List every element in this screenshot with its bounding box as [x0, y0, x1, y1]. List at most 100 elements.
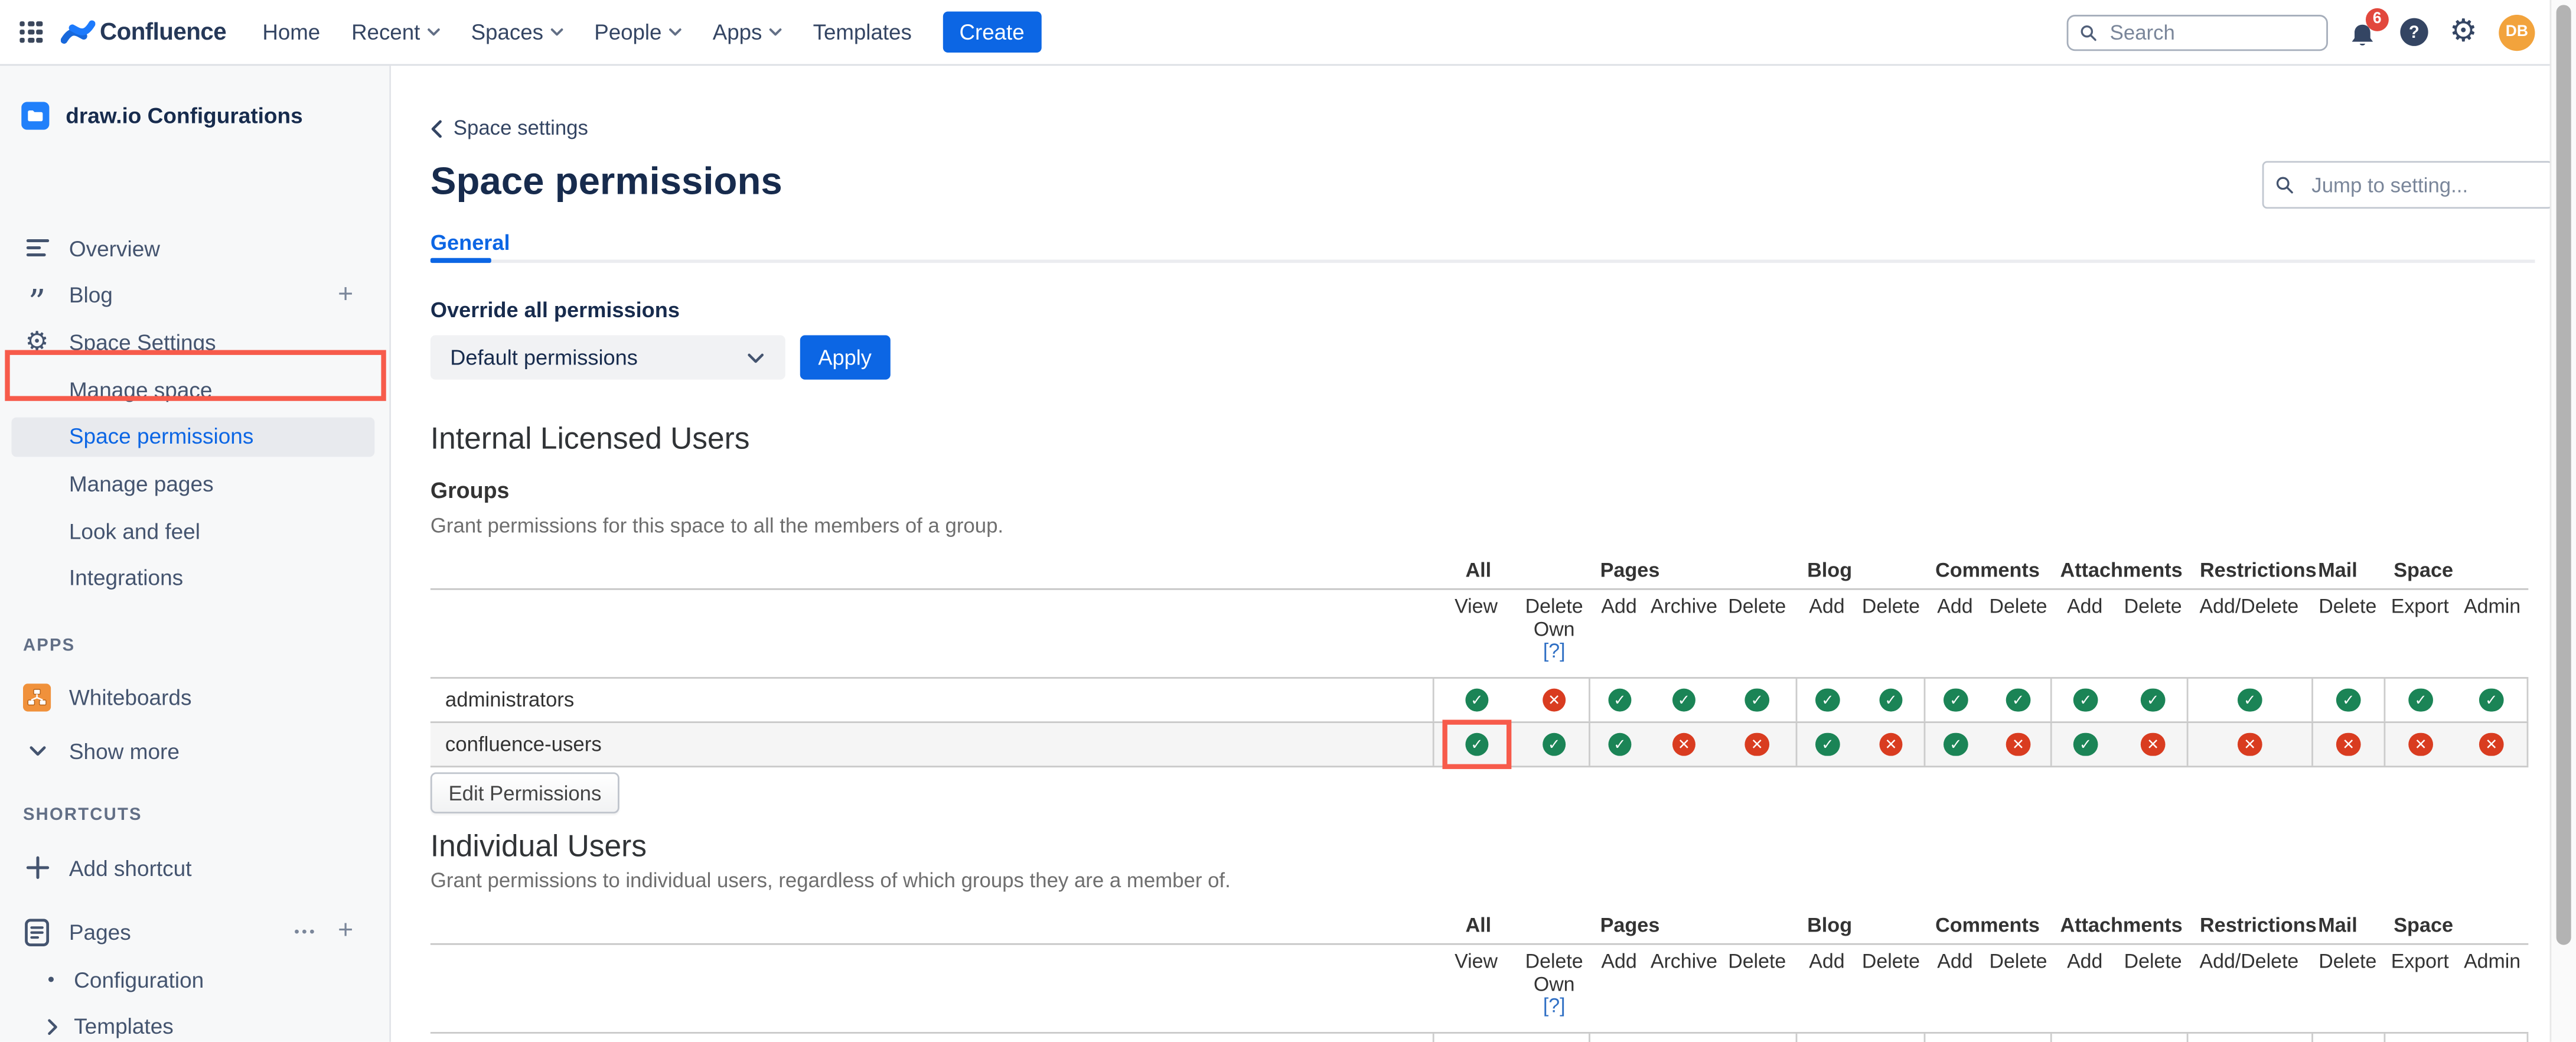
nav-item-spaces[interactable]: Spaces	[471, 19, 563, 44]
column-header-add: Add	[1601, 595, 1637, 618]
check-icon: ✓	[2408, 688, 2433, 712]
notification-badge: 6	[2365, 7, 2389, 31]
permission-cell-empty	[1923, 1033, 1987, 1042]
permissions-select[interactable]: Default permissions	[430, 335, 785, 380]
pages-icon	[23, 918, 51, 946]
create-button[interactable]: Create	[943, 11, 1041, 53]
table-row: administrators ✓ ✕ ✓ ✓ ✓ ✓ ✓ ✓ ✓ ✓ ✓ ✓ ✓ ✓ ✓	[430, 677, 2529, 722]
column-header-add: Add	[1937, 595, 1973, 618]
app-switcher-icon[interactable]	[19, 21, 43, 44]
scrollbar-thumb[interactable]	[2555, 5, 2571, 945]
settings-gear-icon[interactable]: ⚙	[2450, 15, 2477, 48]
space-header[interactable]: draw.io Configurations	[21, 102, 303, 130]
sidebar-item-label: Overview	[69, 236, 161, 260]
sidebar-item-manage-space[interactable]: Manage space	[0, 367, 389, 413]
permission-cell-granted: ✓	[1432, 678, 1519, 722]
permission-cell-empty	[1795, 1033, 1858, 1042]
help-link[interactable]: [?]	[1519, 640, 1589, 663]
sidebar-item-manage-pages[interactable]: Manage pages	[0, 461, 389, 507]
column-header-add-delete: Add/Delete	[2199, 949, 2299, 973]
nav-item-people[interactable]: People	[594, 19, 682, 44]
sidebar-item-space-settings[interactable]: ⚙ Space Settings	[0, 320, 389, 366]
chevron-right-icon[interactable]	[48, 1018, 58, 1035]
nav-item-apps[interactable]: Apps	[713, 19, 782, 44]
vertical-scrollbar[interactable]	[2549, 0, 2576, 1042]
add-shortcut-button[interactable]: Add shortcut	[0, 845, 389, 891]
permission-cell-granted: ✓	[1719, 679, 1796, 721]
chevron-left-icon	[431, 119, 442, 137]
pages-label: Pages	[69, 919, 131, 945]
page: Confluence Home Recent Spaces People Apps Tem…	[0, 0, 2576, 1042]
check-icon: ✓	[1815, 732, 1840, 757]
check-icon: ✓	[2479, 688, 2503, 712]
permission-cell-denied: ✕	[2383, 723, 2456, 766]
sidebar-item-blog[interactable]: ” Blog +	[0, 272, 389, 319]
user-avatar[interactable]: DB	[2499, 14, 2535, 50]
shortcuts-section-label: SHORTCUTS	[22, 805, 142, 825]
apply-button[interactable]: Apply	[800, 335, 890, 380]
topnav-menu: Home Recent Spaces People Apps Templates	[262, 19, 912, 44]
confluence-logo[interactable]: Confluence	[60, 17, 227, 48]
add-shortcut-label: Add shortcut	[69, 855, 192, 880]
table-row-partial	[430, 1032, 2529, 1042]
check-icon: ✓	[1815, 688, 1840, 712]
column-header-export: Export	[2391, 595, 2449, 618]
notifications-button[interactable]: 6	[2349, 7, 2389, 50]
column-group-space: Space	[2394, 913, 2454, 937]
jump-to-setting-search[interactable]	[2262, 161, 2554, 209]
cross-icon: ✕	[2408, 732, 2433, 757]
column-group-comments: Comments	[1935, 913, 2040, 937]
column-group-all: All	[1465, 558, 1492, 582]
column-group-all: All	[1465, 913, 1492, 937]
edit-permissions-button[interactable]: Edit Permissions	[430, 772, 620, 814]
sidebar-item-pages[interactable]: Pages ••• +	[0, 909, 389, 955]
nav-item-templates[interactable]: Templates	[813, 19, 912, 44]
help-button[interactable]: ?	[2400, 18, 2428, 46]
check-icon: ✓	[1465, 732, 1489, 757]
column-header-admin: Admin	[2464, 949, 2521, 973]
permission-cell-empty	[1519, 1034, 1589, 1042]
column-header-delete: Delete	[1989, 595, 2047, 618]
check-icon: ✓	[1465, 688, 1489, 712]
column-group-restrictions: Restrictions	[2199, 558, 2317, 582]
nav-item-home[interactable]: Home	[262, 19, 320, 44]
nav-item-recent[interactable]: Recent	[351, 19, 440, 44]
help-link[interactable]: [?]	[1519, 995, 1589, 1018]
global-search[interactable]	[2066, 14, 2328, 50]
search-input[interactable]	[2107, 18, 2315, 45]
space-icon	[21, 102, 50, 130]
column-group-restrictions: Restrictions	[2199, 913, 2317, 937]
permission-cell-empty	[2050, 1033, 2120, 1042]
column-header-delete: Delete	[2124, 949, 2182, 973]
check-icon: ✓	[1879, 688, 1903, 712]
page-tree-item-templates[interactable]: Templates	[0, 1004, 389, 1042]
jump-to-setting-input[interactable]	[2308, 171, 2540, 198]
sidebar-item-whiteboards[interactable]: Whiteboards	[0, 674, 389, 720]
individual-permissions-table: All Pages Blog Comments Attachments Restricti…	[430, 904, 2529, 1042]
tab-general[interactable]: General	[431, 230, 510, 255]
sidebar-item-look-and-feel[interactable]: Look and feel	[0, 508, 389, 554]
check-icon: ✓	[2073, 732, 2098, 757]
permission-cell-granted: ✓	[1519, 723, 1589, 766]
permission-cell-granted: ✓	[1649, 679, 1719, 721]
sidebar-item-label: Manage pages	[69, 471, 214, 497]
group-name: confluence-users	[445, 732, 602, 756]
permission-cell-granted: ✓	[2311, 678, 2383, 722]
add-blog-icon[interactable]: +	[338, 281, 353, 310]
pages-add-icon[interactable]: +	[338, 917, 353, 946]
sidebar-item-space-permissions[interactable]: Space permissions	[0, 413, 389, 460]
override-permissions-label: Override all permissions	[430, 297, 680, 323]
sidebar: draw.io Configurations Overview ” Blog + ⚙ Sp…	[0, 66, 392, 1042]
sidebar-show-more[interactable]: Show more	[0, 728, 389, 774]
sidebar-item-label: Whiteboards	[69, 684, 192, 709]
permission-cell-empty	[1986, 1034, 2050, 1042]
sidebar-item-integrations[interactable]: Integrations	[0, 555, 389, 601]
column-header-delete: Delete	[1989, 949, 2047, 973]
page-tree-item-configuration[interactable]: • Configuration	[0, 956, 389, 1002]
column-header-export: Export	[2391, 949, 2449, 973]
top-navigation-bar: Confluence Home Recent Spaces People Apps Tem…	[0, 0, 2576, 66]
pages-more-icon[interactable]: •••	[294, 923, 317, 940]
back-to-space-settings-link[interactable]: Space settings	[431, 117, 588, 139]
sidebar-item-overview[interactable]: Overview	[0, 225, 389, 271]
permissions-select-value: Default permissions	[450, 345, 638, 370]
